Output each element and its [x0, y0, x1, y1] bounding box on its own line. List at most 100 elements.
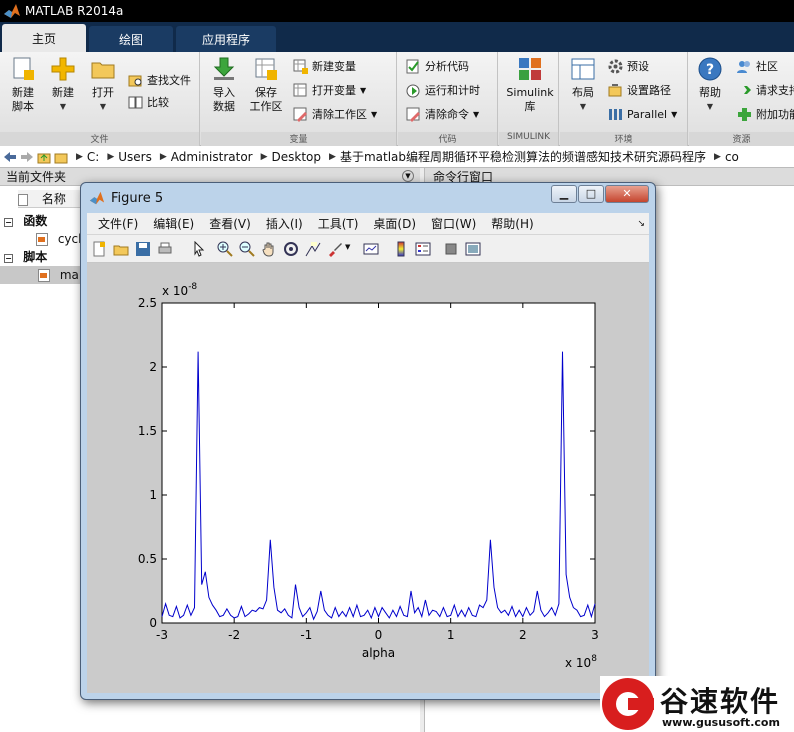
pan-hand-icon[interactable]	[261, 241, 277, 257]
name-column-label: 名称	[41, 192, 66, 206]
request-support-button[interactable]: 请求支持	[737, 80, 794, 100]
breadcrumb-users[interactable]: Users	[118, 150, 152, 164]
find-files-button[interactable]: 查找文件	[128, 70, 191, 90]
open-button[interactable]: 打开 ▼	[82, 56, 124, 114]
list-item[interactable]: cycl	[36, 230, 81, 248]
layout-button[interactable]: 布局 ▼	[562, 56, 604, 114]
save-icon[interactable]	[135, 241, 151, 257]
figure-title: Figure 5	[111, 190, 164, 206]
clear-workspace-button[interactable]: 清除工作区 ▼	[293, 104, 377, 124]
forward-arrow-icon[interactable]	[20, 150, 34, 164]
tab-home[interactable]: 主页	[2, 24, 86, 52]
up-folder-icon[interactable]	[37, 150, 51, 164]
tab-apps[interactable]: 应用程序	[176, 26, 276, 52]
spectrum-chart[interactable]: -3 -2 -1 0 1 2 3 0 0.5 1 1.5 2 2.5 alpha x 10-8 x 108	[87, 263, 649, 693]
folder-open-icon	[90, 56, 116, 82]
simulink-library-button[interactable]: Simulink 库	[503, 56, 557, 114]
y-tick-label: 2.5	[138, 296, 157, 310]
clear-workspace-chevron-down-icon[interactable]: ▼	[371, 110, 377, 119]
collapse-icon[interactable]: −	[4, 218, 13, 227]
analyze-code-label: 分析代码	[425, 60, 469, 73]
insert-colorbar-icon[interactable]	[393, 241, 409, 257]
show-plot-tools-icon[interactable]	[465, 241, 481, 257]
collapse-icon[interactable]: −	[4, 254, 13, 263]
parallel-button[interactable]: Parallel ▼	[608, 104, 677, 124]
menu-view[interactable]: 查看(V)	[209, 215, 251, 232]
address-separator: ▶	[159, 151, 167, 162]
community-label: 社区	[756, 60, 778, 73]
maximize-button[interactable]: □	[578, 185, 604, 203]
breadcrumb-drive[interactable]: C:	[87, 150, 99, 164]
save-workspace-button[interactable]: 保存 工作区	[243, 56, 289, 114]
dock-arrow-icon[interactable]: ↘	[637, 219, 645, 229]
link-plot-icon[interactable]	[363, 241, 379, 257]
breadcrumb-project-folder[interactable]: 基于matlab编程周期循环平稳检测算法的频谱感知技术研究源码程序	[340, 148, 706, 165]
compare-icon	[128, 95, 143, 110]
menu-help[interactable]: 帮助(H)	[491, 215, 533, 232]
ribbon: 新建 脚本 新建 ▼ 打开 ▼ 查找文件 比较 文件 导入 数据 保存 工作区 …	[0, 52, 794, 146]
menu-file[interactable]: 文件(F)	[98, 215, 138, 232]
app-title-bar: MATLAB R2014a	[0, 0, 794, 22]
address-separator: ▶	[714, 151, 721, 162]
parallel-label: Parallel	[627, 107, 668, 121]
open-variable-button[interactable]: 打开变量 ▼	[293, 80, 366, 100]
menu-desktop[interactable]: 桌面(D)	[373, 215, 416, 232]
group-scripts[interactable]: − 脚本	[4, 248, 47, 266]
script-file-icon	[38, 269, 50, 282]
menu-tools[interactable]: 工具(T)	[318, 215, 359, 232]
hide-plot-tools-icon[interactable]	[443, 241, 459, 257]
open-variable-label: 打开变量	[312, 84, 356, 97]
open-chevron-down-icon: ▼	[99, 102, 107, 111]
figure-window[interactable]: Figure 5 ▁ □ ✕ 文件(F) 编辑(E) 查看(V) 插入(I) 工…	[80, 182, 656, 700]
menu-edit[interactable]: 编辑(E)	[153, 215, 194, 232]
open-variable-chevron-down-icon[interactable]: ▼	[360, 86, 366, 95]
plot-axes-box[interactable]	[161, 302, 596, 624]
menu-insert[interactable]: 插入(I)	[266, 215, 303, 232]
panel-menu-chevron-icon[interactable]: ▼	[402, 170, 414, 182]
preferences-button[interactable]: 预设	[608, 56, 649, 76]
y-tick-label: 0	[149, 616, 157, 630]
breadcrumb-administrator[interactable]: Administrator	[171, 150, 253, 164]
new-variable-icon	[293, 59, 308, 74]
new-variable-button[interactable]: 新建变量	[293, 56, 356, 76]
community-button[interactable]: 社区	[737, 56, 778, 76]
back-arrow-icon[interactable]	[3, 150, 17, 164]
help-button[interactable]: ? 帮助 ▼	[689, 56, 731, 114]
edit-plot-pointer-icon[interactable]	[191, 241, 207, 257]
brush-icon[interactable]	[327, 241, 343, 257]
import-data-button[interactable]: 导入 数据	[203, 56, 245, 114]
brush-chevron-down-icon[interactable]: ▼	[345, 243, 350, 251]
x-tick-label: -2	[228, 628, 240, 642]
menu-window[interactable]: 窗口(W)	[431, 215, 476, 232]
parallel-chevron-down-icon[interactable]: ▼	[671, 110, 677, 119]
address-separator: ▶	[107, 151, 115, 162]
insert-legend-icon[interactable]	[415, 241, 431, 257]
new-figure-icon[interactable]	[91, 241, 107, 257]
new-button[interactable]: 新建 ▼	[42, 56, 84, 114]
group-functions[interactable]: − 函数	[4, 212, 47, 230]
addons-button[interactable]: 附加功能	[737, 104, 794, 124]
new-script-button[interactable]: 新建 脚本	[2, 56, 44, 114]
new-label: 新建	[52, 86, 74, 99]
breadcrumb-subfolder[interactable]: co	[725, 150, 739, 164]
set-path-button[interactable]: 设置路径	[608, 80, 671, 100]
zoom-in-icon[interactable]	[217, 241, 233, 257]
data-cursor-icon[interactable]	[305, 241, 321, 257]
plot-area[interactable]: -3 -2 -1 0 1 2 3 0 0.5 1 1.5 2 2.5 alpha x 10-8 x 108	[87, 263, 649, 693]
clear-commands-button[interactable]: 清除命令 ▼	[406, 104, 479, 124]
compare-button[interactable]: 比较	[128, 92, 169, 112]
tab-plots[interactable]: 绘图	[89, 26, 173, 52]
print-icon[interactable]	[157, 241, 173, 257]
rotate-3d-icon[interactable]	[283, 241, 299, 257]
zoom-out-icon[interactable]	[239, 241, 255, 257]
open-label: 打开	[92, 86, 114, 99]
open-file-icon[interactable]	[113, 241, 129, 257]
browse-folder-icon[interactable]	[54, 150, 68, 164]
close-button[interactable]: ✕	[605, 185, 649, 203]
minimize-button[interactable]: ▁	[551, 185, 577, 203]
run-and-time-button[interactable]: 运行和计时	[406, 80, 480, 100]
clear-commands-chevron-down-icon[interactable]: ▼	[473, 110, 479, 119]
analyze-code-button[interactable]: 分析代码	[406, 56, 469, 76]
figure-title-bar[interactable]: Figure 5 ▁ □ ✕	[81, 183, 655, 213]
breadcrumb-desktop[interactable]: Desktop	[272, 150, 322, 164]
